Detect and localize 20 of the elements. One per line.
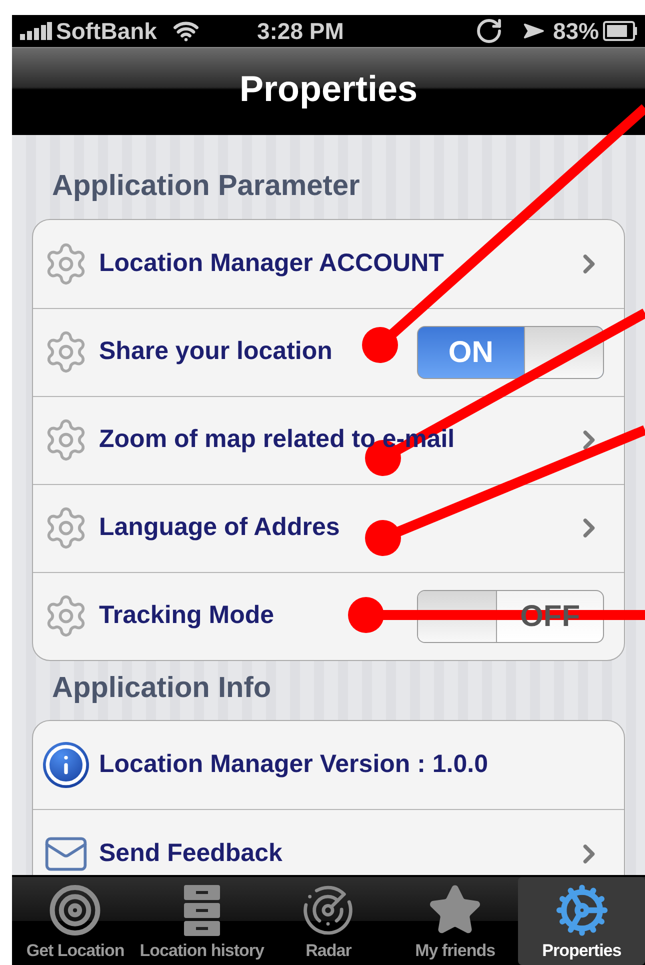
nav-title: Properties [239, 66, 418, 110]
row-label: Share your location [99, 336, 332, 368]
row-label: Send Feedback [99, 838, 282, 869]
tab-bar-item[interactable]: Properties [518, 877, 645, 965]
row-label: Location Manager ACCOUNT [99, 248, 444, 279]
settings-row[interactable]: Share your location ON [33, 308, 624, 396]
settings-row[interactable]: Location Manager ACCOUNT [33, 220, 624, 308]
row-label: Language of Addres [99, 512, 340, 544]
row-label: Tracking Mode [99, 600, 274, 632]
section-header: Application Info [51, 670, 272, 706]
carrier-name: SoftBank [56, 16, 157, 46]
status-time: 3:28 PM [256, 16, 344, 46]
tab-bar-item[interactable]: Radar [265, 877, 392, 965]
tab-bar-item[interactable]: My friends [392, 877, 518, 965]
settings-row[interactable]: Location Manager Version : 1.0.0 [33, 721, 624, 809]
tab-bar-item[interactable]: Get Location [12, 877, 139, 965]
section-header: Application Parameter [51, 169, 361, 204]
battery-percent: 83% [552, 16, 599, 46]
row-label: Location Manager Version : 1.0.0 [99, 749, 488, 780]
tab-bar-item[interactable]: Location history [138, 877, 266, 965]
